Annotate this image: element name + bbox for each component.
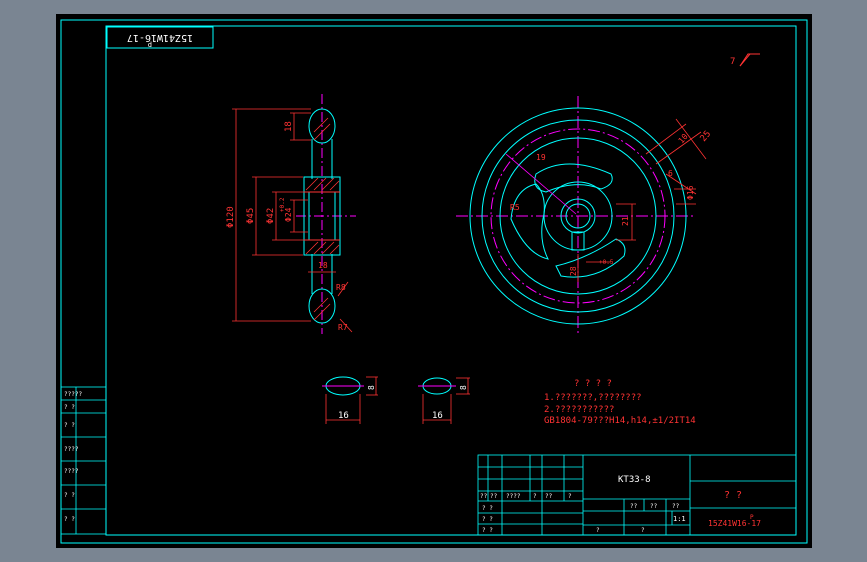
dim-sec16b: 16 (432, 411, 443, 421)
dim-top18: 18 (284, 121, 294, 132)
roughness-value: 7 (730, 57, 735, 67)
dim-d120: Φ120 (226, 206, 236, 228)
scale: 1:1 (673, 515, 686, 523)
notes-heading: ? ? ? ? (574, 379, 612, 389)
rev-row-2: ? ? (482, 527, 493, 534)
qmark-4: ? (641, 527, 645, 534)
drawing-canvas: 15Z41W16-17 7 Φ120 Φ45 Φ42 Φ24 +0.2 18 1… (56, 14, 812, 548)
dim-r6: 6 (668, 169, 673, 178)
dim-sec8a: 8 (367, 385, 376, 390)
dim-r8: R8 (336, 283, 346, 292)
side-cell-6: ? ? (64, 516, 75, 523)
notes-line1: 1.???????,???????? (544, 393, 642, 403)
notes-line3: GB1804-79???H14,h14,±1/2IT14 (544, 416, 696, 426)
rev-header-4: ?? (545, 493, 553, 500)
dim-tol24: +0.2 (279, 197, 286, 212)
dim-r25: 25 (699, 129, 714, 144)
technical-notes: ? ? ? ? 1.???????,???????? 2.???????????… (544, 379, 696, 426)
part-name: ? ? (724, 490, 742, 501)
dim-hub28: 28 (569, 266, 578, 276)
side-table-text: ????? ? ? ? ? ???? ???? ? ? ? ? (64, 391, 82, 523)
dim-d45: Φ45 (246, 208, 256, 224)
qmark-0: ?? (630, 503, 638, 510)
dim-mid18: 18 (318, 261, 328, 270)
dim-sec8b: 8 (459, 385, 468, 390)
drawing-frame (60, 19, 808, 544)
qmark-1: ?? (650, 503, 658, 510)
rev-row-1: ? ? (482, 516, 493, 523)
rev-header-0: ?? (480, 493, 488, 500)
side-cell-2: ? ? (64, 422, 75, 429)
rev-header-5: ? (568, 493, 572, 500)
rotated-code: 15Z41W16-17 (127, 32, 193, 43)
drawing-number-sup: P (750, 514, 754, 521)
dim-r16: Φ16 (686, 185, 695, 200)
qmark-3: ? (596, 527, 600, 534)
side-cell-5: ? ? (64, 492, 75, 499)
rev-header-1: ?? (490, 493, 498, 500)
dim-sec16a: 16 (338, 411, 349, 421)
side-cell-3: ???? (64, 446, 79, 453)
dim-r85: R5 (510, 203, 520, 212)
rev-header-2: ???? (506, 493, 521, 500)
cad-viewport: 15Z41W16-17 7 Φ120 Φ45 Φ42 Φ24 +0.2 18 1… (0, 0, 867, 562)
dim-hub21: 21 (621, 216, 630, 226)
dim-r10: 10 (677, 132, 690, 145)
dim-hub-tol: +0.5 (599, 259, 614, 266)
side-cell-4: ???? (64, 468, 79, 475)
material: KT33-8 (618, 475, 651, 485)
roughness-mark: 7 (730, 53, 760, 67)
dim-r19: 19 (536, 153, 546, 162)
dim-r7: R7 (338, 323, 348, 332)
front-view: 25 10 Φ16 19 R5 6 21 28 +0.5 (456, 96, 713, 336)
dim-d42: Φ42 (266, 208, 276, 224)
engineering-drawing: 15Z41W16-17 7 Φ120 Φ45 Φ42 Φ24 +0.2 18 1… (60, 19, 808, 544)
rev-header-3: ? (533, 493, 537, 500)
side-section-view: Φ120 Φ45 Φ42 Φ24 +0.2 18 18 R8 R7 (226, 94, 356, 334)
side-cell-0: ????? (64, 391, 82, 398)
section-views: 16 16 8 8 (322, 376, 470, 424)
qmark-2: ?? (672, 503, 680, 510)
side-cell-1: ? ? (64, 404, 75, 411)
rotated-code-sup: p (148, 41, 152, 49)
rev-row-0: ? ? (482, 505, 493, 512)
notes-line2: 2.??????????? (544, 405, 614, 415)
rotated-code-box: 15Z41W16-17 (106, 26, 214, 49)
